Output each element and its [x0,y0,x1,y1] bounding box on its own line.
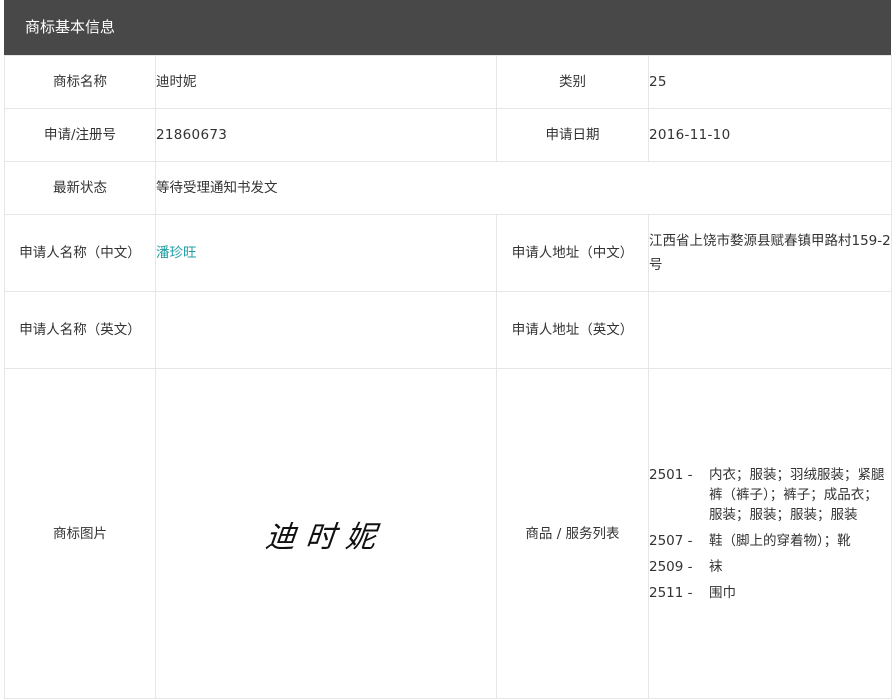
registration-number-value: 21860673 [155,108,497,162]
applicant-name-cn-label: 申请人名称（中文） [4,214,156,292]
goods-code: 2509 - [649,558,693,575]
latest-status-label: 最新状态 [4,161,156,215]
applicant-name-cn-cell: 潘珍旺 [155,214,497,292]
list-item: 2511 - 围巾 [649,583,891,603]
trademark-image-cell: 迪时妮 [155,368,497,699]
table-row: 商标名称 迪时妮 类别 25 [4,55,892,109]
applicant-name-en-label: 申请人名称（英文） [4,291,156,369]
goods-description: 鞋（脚上的穿着物）；靴 [709,532,851,549]
applicant-name-cn-link[interactable]: 潘珍旺 [156,245,197,261]
class-label: 类别 [496,55,649,109]
goods-description: 内衣；服装；羽绒服装；紧腿裤（裤子）；裤子；成品衣；服装；服装；服装；服装 [709,466,885,523]
panel-title: 商标基本信息 [25,18,116,36]
goods-code: 2507 - [649,532,693,549]
goods-code: 2501 - [649,466,693,483]
application-date-value: 2016-11-10 [648,108,892,162]
goods-code: 2511 - [649,584,693,601]
goods-services-label: 商品 / 服务列表 [496,368,649,699]
registration-number-label: 申请/注册号 [4,108,156,162]
applicant-name-en-value [155,291,497,369]
goods-description: 袜 [709,558,723,575]
latest-status-value: 等待受理通知书发文 [155,161,892,215]
application-date-label: 申请日期 [496,108,649,162]
applicant-address-cn-value: 江西省上饶市婺源县赋春镇甲路村159-2号 [648,214,892,292]
table-row: 最新状态 等待受理通知书发文 [4,161,892,215]
panel-header: 商标基本信息 [4,0,891,55]
trademark-image-label: 商标图片 [4,368,156,699]
list-item: 2507 - 鞋（脚上的穿着物）；靴 [649,531,891,551]
goods-services-list: 2501 - 内衣；服装；羽绒服装；紧腿裤（裤子）；裤子；成品衣；服装；服装；服… [649,465,891,603]
goods-services-cell: 2501 - 内衣；服装；羽绒服装；紧腿裤（裤子）；裤子；成品衣；服装；服装；服… [648,368,892,699]
trademark-info-panel: 商标基本信息 商标名称 迪时妮 类别 25 申请/注册号 21860673 申请… [4,0,892,699]
trademark-name-value: 迪时妮 [155,55,497,109]
table-row: 申请人名称（中文） 潘珍旺 申请人地址（中文） 江西省上饶市婺源县赋春镇甲路村1… [4,214,892,292]
list-item: 2509 - 袜 [649,557,891,577]
goods-description: 围巾 [709,584,736,601]
table-row: 申请/注册号 21860673 申请日期 2016-11-10 [4,108,892,162]
class-value: 25 [648,55,892,109]
trademark-info-table: 商标名称 迪时妮 类别 25 申请/注册号 21860673 申请日期 2016… [4,55,892,699]
applicant-address-en-label: 申请人地址（英文） [496,291,649,369]
trademark-logo-image: 迪时妮 [263,519,388,555]
trademark-name-label: 商标名称 [4,55,156,109]
applicant-address-en-value [648,291,892,369]
list-item: 2501 - 内衣；服装；羽绒服装；紧腿裤（裤子）；裤子；成品衣；服装；服装；服… [649,465,891,525]
table-row: 申请人名称（英文） 申请人地址（英文） [4,291,892,369]
applicant-address-cn-label: 申请人地址（中文） [496,214,649,292]
table-row: 商标图片 迪时妮 商品 / 服务列表 2501 - 内衣；服装；羽绒服装；紧腿裤… [4,368,892,699]
